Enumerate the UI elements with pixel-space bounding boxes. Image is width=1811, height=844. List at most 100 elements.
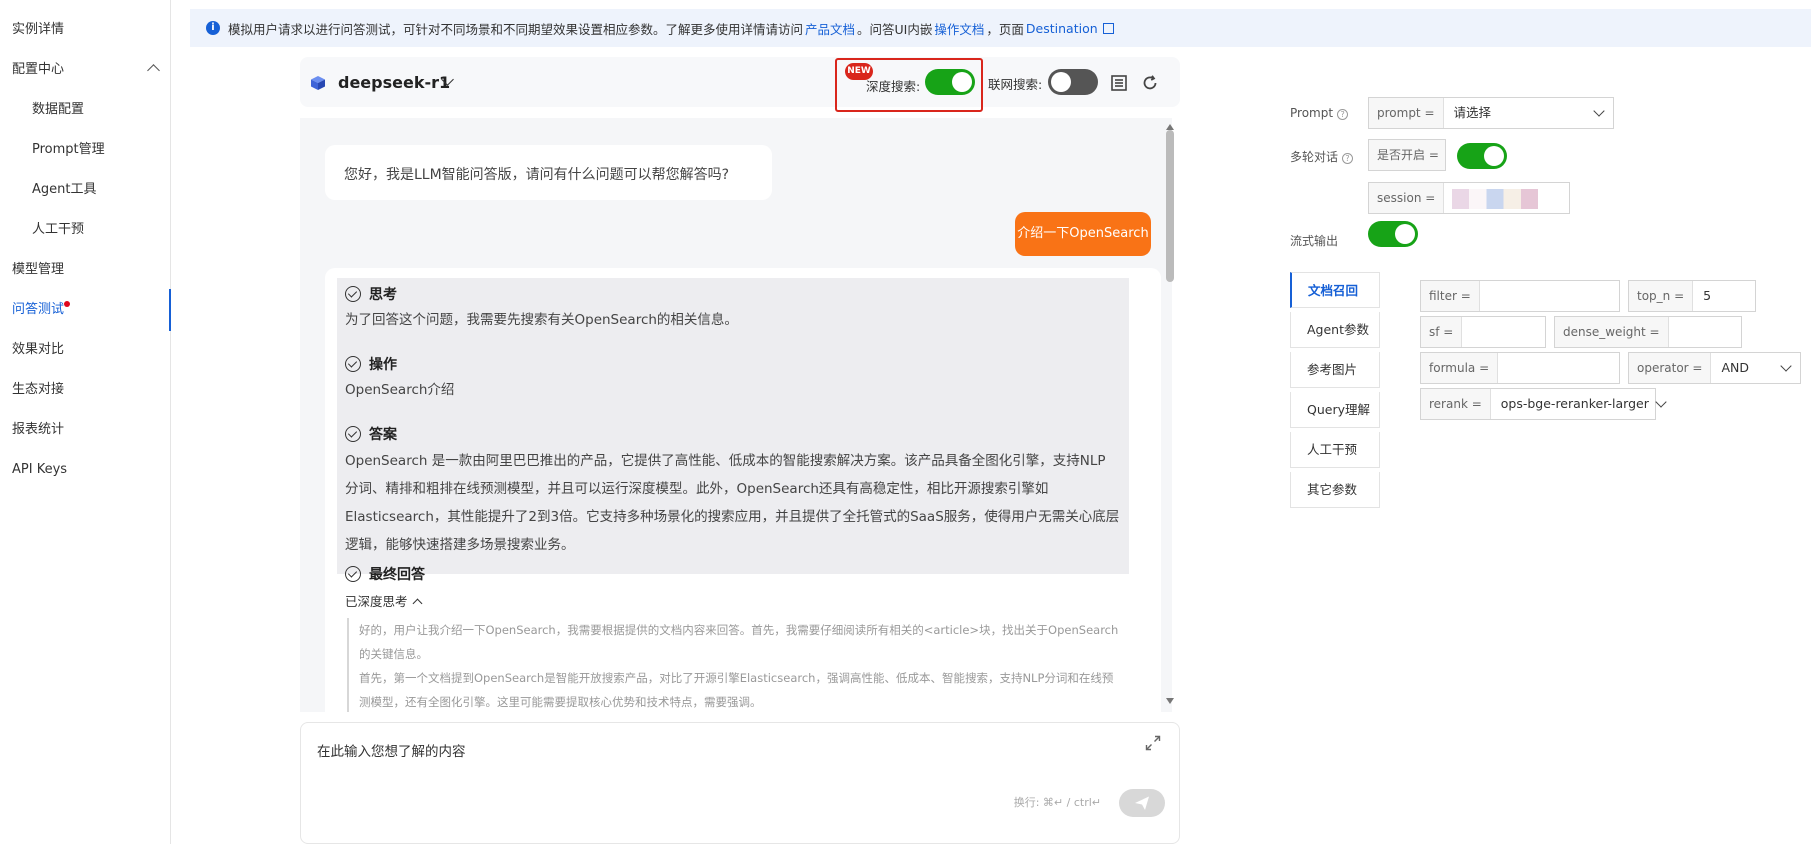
deep-think-toggle[interactable]: 已深度思考	[345, 591, 422, 610]
prompt-select[interactable]: prompt = 请选择	[1368, 97, 1614, 129]
model-selector[interactable]: deepseek-r1	[338, 73, 450, 92]
sidebar-item-label: Prompt管理	[32, 142, 105, 157]
dense-weight-field[interactable]: dense_weight =	[1554, 316, 1742, 348]
answer-section-title: 答案	[345, 424, 397, 444]
session-value[interactable]	[1444, 183, 1569, 213]
formula-field[interactable]: formula =	[1420, 352, 1620, 384]
multi-turn-field: 是否开启 =	[1368, 139, 1446, 171]
sidebar-item-data-config[interactable]: 数据配置	[0, 97, 170, 123]
destination-link[interactable]: Destination	[1026, 21, 1098, 36]
toggle-knob	[1051, 72, 1071, 92]
top-n-input[interactable]: 5	[1693, 281, 1755, 311]
think-section-title: 思考	[345, 284, 397, 304]
help-icon[interactable]: ?	[1342, 153, 1354, 164]
product-docs-link[interactable]: 产品文档	[805, 19, 855, 38]
chevron-down-icon	[1780, 360, 1792, 372]
deep-search-label: 深度搜索:	[866, 79, 921, 94]
field-prefix: sf =	[1421, 317, 1463, 347]
sidebar-item-model-management[interactable]: 模型管理	[0, 257, 170, 283]
external-link-icon[interactable]	[1102, 22, 1114, 34]
multi-turn-toggle[interactable]	[1457, 143, 1507, 169]
dense-weight-input[interactable]	[1669, 317, 1741, 347]
chevron-up-icon	[412, 598, 422, 609]
tab-reference-images[interactable]: 参考图片	[1290, 352, 1380, 388]
sidebar-item-label: 效果对比	[12, 342, 65, 357]
chat-scrollbar[interactable]	[1166, 130, 1174, 282]
field-prefix: dense_weight =	[1555, 317, 1669, 347]
sidebar-item-label: 配置中心	[12, 62, 65, 77]
refresh-icon[interactable]	[1141, 74, 1159, 92]
check-circle-icon	[345, 286, 361, 302]
list-icon[interactable]	[1110, 74, 1128, 92]
rerank-select[interactable]: rerank = ops-bge-reranker-larger	[1420, 388, 1667, 420]
message-input[interactable]	[317, 740, 1097, 800]
tab-other-params[interactable]: 其它参数	[1290, 472, 1380, 508]
param-label-text: 多轮对话	[1290, 150, 1339, 164]
sf-input[interactable]	[1462, 317, 1545, 347]
sidebar-item-label: 数据配置	[32, 102, 85, 117]
field-value: AND	[1711, 353, 1800, 383]
answer-card: 思考 为了回答这个问题，我需要先搜索有关OpenSearch的相关信息。 操作 …	[325, 268, 1161, 712]
tab-query-understanding[interactable]: Query理解	[1290, 392, 1380, 428]
session-field[interactable]: session =	[1368, 182, 1570, 214]
sidebar-item-label: 人工干预	[32, 222, 85, 237]
model-cube-icon	[311, 76, 325, 90]
help-icon[interactable]: ?	[1337, 109, 1349, 120]
sidebar-item-effect-comparison[interactable]: 效果对比	[0, 337, 170, 363]
field-prefix: top_n =	[1629, 281, 1694, 311]
send-button[interactable]	[1119, 789, 1165, 817]
sidebar-item-reports[interactable]: 报表统计	[0, 417, 170, 443]
sidebar-item-ecosystem[interactable]: 生态对接	[0, 377, 170, 403]
field-value: ops-bge-reranker-larger	[1491, 389, 1675, 419]
chat-messages[interactable]: 您好，我是LLM智能问答版，请问有什么问题可以帮您解答吗? 介绍一下OpenSe…	[300, 118, 1172, 712]
info-banner: i 模拟用户请求以进行问答测试，可针对不同场景和不同期望效果设置相应参数。了解更…	[190, 9, 1811, 47]
sidebar-item-config-center[interactable]: 配置中心	[0, 57, 170, 83]
expand-icon[interactable]	[1145, 735, 1161, 751]
quote-line: 测模型，还有全图化引擎。这里可能需要提取核心优势和技术特点，需要强调。	[359, 695, 762, 709]
sidebar-item-manual-intervention[interactable]: 人工干预	[0, 217, 170, 243]
field-prefix: 是否开启 =	[1369, 140, 1445, 170]
tab-doc-recall[interactable]: 文档召回	[1290, 272, 1380, 308]
operation-docs-link[interactable]: 操作文档	[934, 19, 984, 38]
sidebar: 实例详情 配置中心 数据配置 Prompt管理 Agent工具 人工干预 模型管…	[0, 0, 171, 844]
web-search-toggle[interactable]	[1048, 69, 1098, 95]
notification-dot	[64, 301, 70, 307]
tab-manual-intervention[interactable]: 人工干预	[1290, 432, 1380, 468]
operator-select[interactable]: operator = AND	[1628, 352, 1801, 384]
sidebar-item-label: 模型管理	[12, 262, 65, 277]
check-circle-icon	[345, 356, 361, 372]
sidebar-item-instance-details[interactable]: 实例详情	[0, 17, 170, 43]
prompt-param-label: Prompt?	[1290, 106, 1349, 120]
check-circle-icon	[345, 426, 361, 442]
sidebar-item-label: 生态对接	[12, 382, 65, 397]
stream-output-toggle[interactable]	[1368, 221, 1418, 247]
reasoning-quote: 好的，用户让我介绍一下OpenSearch，我需要根据提供的文档内容来回答。首先…	[347, 618, 1125, 712]
stream-output-label: 流式输出	[1290, 234, 1339, 248]
formula-input[interactable]	[1498, 353, 1619, 383]
sidebar-item-prompt-management[interactable]: Prompt管理	[0, 137, 170, 163]
scroll-down-arrow[interactable]	[1166, 698, 1174, 704]
filter-input[interactable]	[1480, 281, 1619, 311]
toggle-knob	[952, 72, 972, 92]
sidebar-item-agent-tools[interactable]: Agent工具	[0, 177, 170, 203]
sidebar-item-api-keys[interactable]: API Keys	[0, 457, 170, 483]
answer-line: 逻辑，能够快速搭建多场景搜索业务。	[345, 537, 575, 553]
section-title-text: 最终回答	[369, 567, 425, 583]
banner-text-2: 。问答UI内嵌	[857, 21, 933, 37]
chevron-down-icon	[1593, 105, 1605, 117]
deep-search-toggle[interactable]	[925, 69, 975, 95]
final-answer-title: 最终回答	[345, 564, 425, 584]
tab-agent-params[interactable]: Agent参数	[1290, 312, 1380, 348]
field-prefix: formula =	[1421, 353, 1499, 383]
multi-turn-label: 多轮对话?	[1290, 148, 1354, 165]
newline-hint: 换行: ⌘↵ / ctrl↵	[1013, 796, 1101, 809]
sidebar-item-label: Agent工具	[32, 182, 97, 197]
sidebar-item-qa-test[interactable]: 问答测试	[0, 289, 171, 331]
info-icon: i	[206, 21, 220, 35]
sidebar-item-label: API Keys	[12, 462, 68, 477]
filter-field[interactable]: filter =	[1420, 280, 1620, 312]
sf-field[interactable]: sf =	[1420, 316, 1546, 348]
section-title-text: 操作	[369, 357, 397, 373]
toggle-knob	[1395, 224, 1415, 244]
top-n-field[interactable]: top_n = 5	[1628, 280, 1756, 312]
